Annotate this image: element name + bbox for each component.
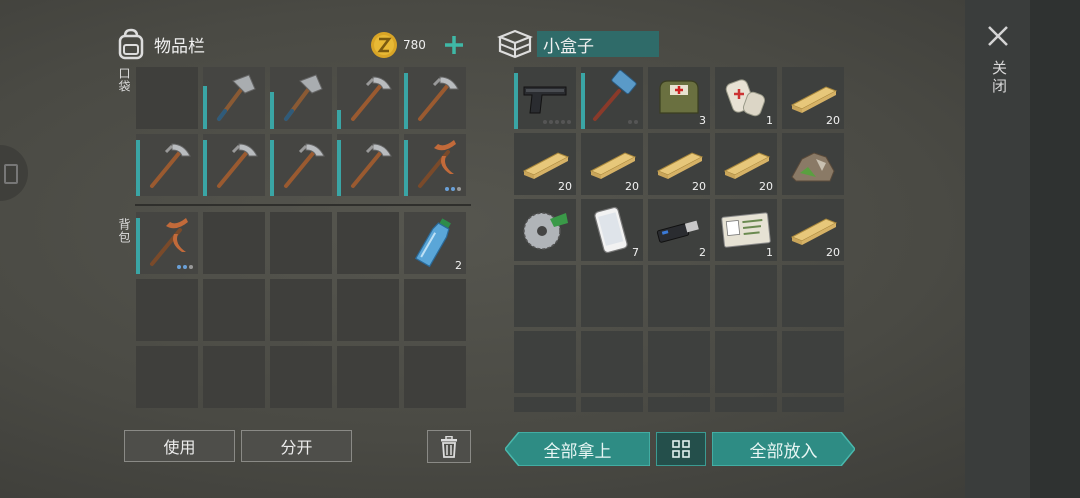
box-slot[interactable]	[581, 331, 643, 393]
use-button[interactable]: 使用	[124, 430, 235, 462]
box-slot[interactable]	[715, 265, 777, 327]
grid-sort-icon	[672, 440, 690, 458]
box-slot[interactable]: 20	[581, 133, 643, 195]
box-slot[interactable]: 20	[782, 199, 844, 261]
box-slot[interactable]	[514, 265, 576, 327]
put-all-button[interactable]: 全部放入	[712, 432, 855, 466]
item-quantity: 20	[558, 180, 572, 193]
item-quantity: 20	[759, 180, 773, 193]
upgrade-dot	[543, 120, 547, 124]
upgrade-dot	[634, 120, 638, 124]
box-slot[interactable]	[715, 397, 777, 412]
upgrade-dot	[628, 120, 632, 124]
item-quantity: 20	[692, 180, 706, 193]
box-slot[interactable]	[782, 133, 844, 195]
put-all-label: 全部放入	[749, 441, 818, 462]
item-quantity: 3	[699, 114, 706, 127]
box-slot[interactable]: 20	[648, 133, 710, 195]
saw-blade-icon	[523, 212, 568, 250]
container-grid: 3 1 20 20 20 20 20 7 2 1 20	[0, 0, 1080, 412]
item-quantity: 20	[625, 180, 639, 193]
box-slot[interactable]	[581, 67, 643, 129]
item-quantity: 1	[766, 114, 773, 127]
box-slot[interactable]	[581, 397, 643, 412]
box-slot[interactable]: 20	[782, 67, 844, 129]
box-slot[interactable]: 2	[648, 199, 710, 261]
box-slot[interactable]	[514, 397, 576, 412]
upgrade-dots	[628, 120, 638, 124]
item-quantity: 7	[632, 246, 639, 259]
discard-button[interactable]	[427, 430, 471, 463]
box-slot[interactable]	[648, 331, 710, 393]
split-button[interactable]: 分开	[241, 430, 352, 462]
box-slot[interactable]: 1	[715, 199, 777, 261]
item-quantity: 1	[766, 246, 773, 259]
trash-icon	[441, 435, 457, 458]
upgrade-dot	[549, 120, 553, 124]
box-slot[interactable]: 1	[715, 67, 777, 129]
box-slot[interactable]	[782, 331, 844, 393]
box-slot[interactable]	[715, 331, 777, 393]
box-slot[interactable]: 7	[581, 199, 643, 261]
upgrade-dot	[567, 120, 571, 124]
box-slot[interactable]	[648, 265, 710, 327]
take-all-button[interactable]: 全部拿上	[505, 432, 650, 466]
box-slot[interactable]	[581, 265, 643, 327]
box-slot[interactable]	[514, 67, 576, 129]
box-slot[interactable]	[782, 397, 844, 412]
upgrade-dots	[543, 120, 571, 124]
upgrade-dot	[561, 120, 565, 124]
sort-button[interactable]	[656, 432, 706, 466]
box-slot[interactable]	[514, 331, 576, 393]
item-quantity: 2	[699, 246, 706, 259]
take-all-label: 全部拿上	[543, 441, 612, 462]
item-quantity: 20	[826, 114, 840, 127]
box-slot[interactable]	[648, 397, 710, 412]
box-slot[interactable]	[514, 199, 576, 261]
scrap-pile-icon	[791, 152, 835, 182]
item-quantity: 20	[826, 246, 840, 259]
upgrade-dot	[555, 120, 559, 124]
box-slot[interactable]: 3	[648, 67, 710, 129]
box-slot[interactable]: 20	[715, 133, 777, 195]
box-slot[interactable]: 20	[514, 133, 576, 195]
box-slot[interactable]	[782, 265, 844, 327]
